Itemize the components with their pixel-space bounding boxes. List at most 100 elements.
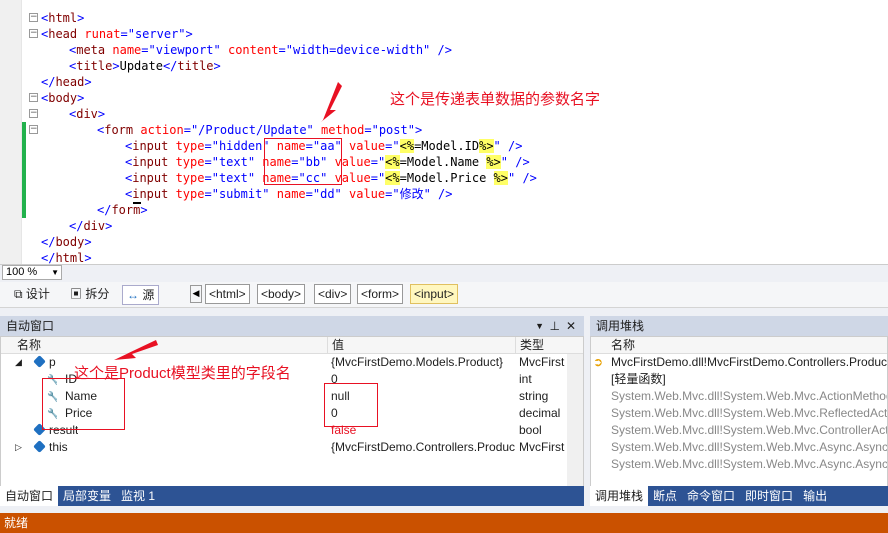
code-line[interactable]: </div> [69, 218, 112, 234]
col-type-header[interactable]: 类型 [515, 337, 544, 354]
autos-scrollbar[interactable] [567, 354, 583, 487]
design-view-button[interactable]: ⧉ 设计 [10, 285, 54, 305]
code-token: %> [493, 171, 508, 185]
list-item[interactable]: System.Web.Mvc.dll!System.Web.Mvc.Async.… [591, 439, 887, 456]
annotation-param-name: 这个是传递表单数据的参数名字 [390, 91, 601, 108]
code-token: form [104, 123, 134, 137]
code-line[interactable]: <div> [69, 106, 105, 122]
list-item[interactable]: System.Web.Mvc.dll!System.Web.Mvc.Async.… [591, 456, 887, 473]
expander-icon[interactable]: ▷ [15, 439, 22, 456]
code-token: > [97, 107, 106, 121]
code-token: > [185, 27, 193, 41]
tab-1[interactable]: 断点 [648, 486, 683, 506]
code-token: %> [479, 139, 494, 153]
code-token: action [133, 123, 184, 137]
code-line[interactable]: </html> [41, 250, 92, 264]
source-view-button[interactable]: ↔ 源 [122, 285, 160, 305]
callstack-tabs: 调用堆栈 断点 命令窗口 即时窗口 输出 [590, 486, 888, 506]
dropdown-icon[interactable]: ▼ [535, 316, 544, 336]
expander-icon[interactable]: ◢ [15, 354, 22, 371]
code-token: " [392, 139, 400, 153]
callstack-header: 名称 [591, 337, 887, 354]
var-type: bool [519, 423, 542, 437]
code-line[interactable]: <head runat="server"> [41, 26, 193, 42]
code-token: head [48, 27, 78, 41]
autos-title-bar: 自动窗口 ▼ ⊥ ✕ [0, 316, 584, 336]
tab-4[interactable]: 输出 [798, 486, 833, 506]
code-token: value [341, 187, 386, 201]
var-type: int [519, 372, 532, 386]
tab-0[interactable]: 调用堆栈 [590, 486, 649, 506]
tab-0[interactable]: 自动窗口 [0, 486, 59, 506]
code-token: = [183, 123, 191, 137]
code-token: > [84, 75, 92, 89]
list-item[interactable]: System.Web.Mvc.dll!System.Web.Mvc.Contro… [591, 422, 887, 439]
fold-toggle-icon[interactable]: − [29, 29, 38, 38]
object-icon [31, 354, 48, 371]
code-line[interactable]: <form action="/Product/Update" method="p… [97, 122, 422, 138]
code-token: </ [162, 59, 178, 73]
split-view-button[interactable]: ▣ 拆分 [66, 285, 113, 305]
list-item[interactable]: System.Web.Mvc.dll!System.Web.Mvc.Action… [591, 388, 887, 405]
table-row[interactable]: ▷ this {MvcFirstDemo.Controllers.Product Mv… [1, 439, 583, 456]
tab-3[interactable]: 即时窗口 [740, 486, 799, 506]
callstack-rows: ➲ MvcFirstDemo.dll!MvcFirstDemo.Controlle… [591, 354, 887, 473]
code-token: value [341, 139, 386, 153]
code-line[interactable]: </head> [41, 74, 92, 90]
code-line[interactable]: <html> [41, 10, 84, 26]
code-token: name [269, 187, 306, 201]
code-token: > [140, 203, 148, 217]
design-icon: ⧉ [14, 287, 23, 301]
list-item[interactable]: System.Web.Mvc.dll!System.Web.Mvc.Reflec… [591, 405, 887, 422]
code-token: %> [486, 155, 501, 169]
var-value: {MvcFirstDemo.Controllers.Product [331, 440, 515, 454]
tab-2[interactable]: 监视 1 [116, 486, 161, 506]
code-token: </ [41, 75, 56, 89]
code-token: " [500, 155, 509, 169]
code-token: = [204, 171, 212, 185]
col-value-header[interactable]: 值 [327, 337, 344, 354]
fold-toggle-icon[interactable]: − [29, 109, 38, 118]
code-line[interactable]: <title>Update</title> [69, 58, 221, 74]
code-token: "text" [211, 155, 256, 169]
code-token: = [204, 187, 212, 201]
code-token: input [132, 155, 169, 169]
fold-toggle-icon[interactable]: − [29, 93, 38, 102]
var-type: string [519, 389, 549, 403]
list-item[interactable]: [轻量函数] [591, 371, 887, 388]
breadcrumb-item[interactable]: <input> [410, 284, 459, 304]
fold-toggle-icon[interactable]: − [29, 13, 38, 22]
close-icon[interactable]: ✕ [566, 316, 576, 336]
breadcrumb-item[interactable]: <div> [314, 284, 352, 304]
col-name-header[interactable]: 名称 [17, 337, 41, 354]
breadcrumb-item[interactable]: <form> [357, 284, 404, 304]
breadcrumb-item[interactable]: <html> [205, 284, 250, 304]
code-token: > [213, 59, 221, 73]
code-token: div [83, 219, 106, 233]
list-item[interactable]: ➲ MvcFirstDemo.dll!MvcFirstDemo.Controlle… [591, 354, 887, 371]
change-indicator [22, 122, 26, 218]
breadcrumb-item[interactable]: <body> [257, 284, 306, 304]
arrow-icon [321, 82, 342, 122]
zoom-select[interactable]: 100 % ▼ [2, 265, 62, 280]
code-token: <% [385, 155, 400, 169]
code-line[interactable]: <input type="submit" name="dd" value="修改… [125, 186, 453, 202]
tab-2[interactable]: 命令窗口 [682, 486, 741, 506]
code-line[interactable]: </form> [97, 202, 148, 218]
callstack-grid[interactable]: 名称 ➲ MvcFirstDemo.dll!MvcFirstDemo.Contro… [590, 336, 888, 488]
col-name-header[interactable]: 名称 [611, 337, 635, 354]
status-bar: 就绪 [0, 513, 888, 533]
frame-text: System.Web.Mvc.dll!System.Web.Mvc.Async.… [611, 440, 887, 454]
code-line[interactable]: </body> [41, 234, 92, 250]
pin-icon[interactable]: ⊥ [550, 316, 560, 336]
code-token: =Model.Price [399, 171, 494, 185]
fold-toggle-icon[interactable]: − [29, 125, 38, 134]
crumb-left-icon[interactable]: ◀ [190, 285, 202, 303]
code-token: "/Product/Update" [190, 123, 314, 137]
code-line[interactable]: <body> [41, 90, 84, 106]
tab-1[interactable]: 局部变量 [58, 486, 117, 506]
code-token: div [76, 107, 98, 121]
code-line[interactable]: <meta name="viewport" content="width=dev… [69, 42, 452, 58]
code-editor[interactable]: <html> − <head runat="server"> − <meta name=… [0, 0, 888, 264]
field-names-highlight [42, 378, 125, 430]
